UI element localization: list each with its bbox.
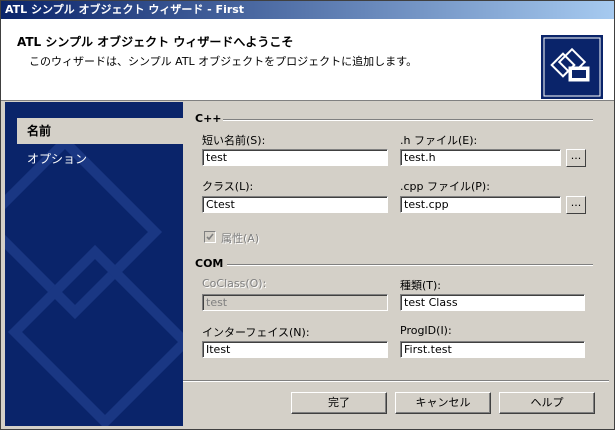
wizard-header: ATL シンプル オブジェクト ウィザードへようこそ このウィザードは、シンプル…: [1, 19, 614, 101]
header-subtitle: このウィザードは、シンプル ATL オブジェクトをプロジェクトに追加します。: [29, 55, 418, 68]
com-group-divider: [227, 264, 593, 266]
progid-label: ProgID(I):: [400, 324, 452, 337]
type-label: 種類(T):: [400, 279, 442, 292]
interface-label: インターフェイス(N):: [202, 326, 310, 339]
cpp-file-input[interactable]: test.cpp: [400, 196, 561, 213]
cancel-button[interactable]: キャンセル: [395, 392, 491, 414]
cpp-group-label: C++: [195, 112, 222, 125]
cpp-file-label: .cpp ファイル(P):: [400, 180, 490, 193]
sidebar-item-name[interactable]: 名前: [17, 118, 183, 144]
cpp-group-divider: [223, 119, 593, 121]
short-name-label: 短い名前(S):: [202, 134, 266, 147]
checkmark-icon: [206, 233, 214, 241]
h-file-label: .h ファイル(E):: [400, 134, 478, 147]
type-input[interactable]: test Class: [400, 294, 585, 311]
help-button[interactable]: ヘルプ: [499, 392, 595, 414]
short-name-input[interactable]: test: [202, 149, 388, 166]
class-input[interactable]: Ctest: [202, 196, 388, 213]
wizard-footer: 完了 キャンセル ヘルプ: [183, 382, 609, 426]
wizard-window: ATL シンプル オブジェクト ウィザード - First ATL シンプル オ…: [0, 0, 615, 430]
finish-button[interactable]: 完了: [291, 392, 387, 414]
attributed-label: 属性(A): [221, 232, 260, 245]
sidebar-item-options[interactable]: オプション: [17, 146, 183, 172]
com-group-label: COM: [195, 257, 224, 270]
window-title: ATL シンプル オブジェクト ウィザード - First: [5, 3, 245, 16]
interface-input[interactable]: Itest: [202, 341, 388, 358]
attributed-checkbox[interactable]: [204, 231, 216, 243]
wizard-sidebar: 名前 オプション: [5, 102, 183, 426]
coclass-label: CoClass(O):: [202, 277, 267, 290]
cpp-file-browse-button[interactable]: ...: [566, 196, 586, 214]
h-file-input[interactable]: test.h: [400, 149, 561, 166]
wizard-logo-icon: [541, 35, 603, 99]
coclass-input: test: [202, 294, 388, 311]
wizard-content: C++ 短い名前(S): test .h ファイル(E): test.h ...…: [183, 102, 609, 381]
header-title: ATL シンプル オブジェクト ウィザードへようこそ: [17, 35, 294, 49]
title-bar[interactable]: ATL シンプル オブジェクト ウィザード - First: [1, 1, 614, 19]
progid-input[interactable]: First.test: [400, 341, 585, 358]
class-label: クラス(L):: [202, 180, 254, 193]
h-file-browse-button[interactable]: ...: [566, 149, 586, 167]
